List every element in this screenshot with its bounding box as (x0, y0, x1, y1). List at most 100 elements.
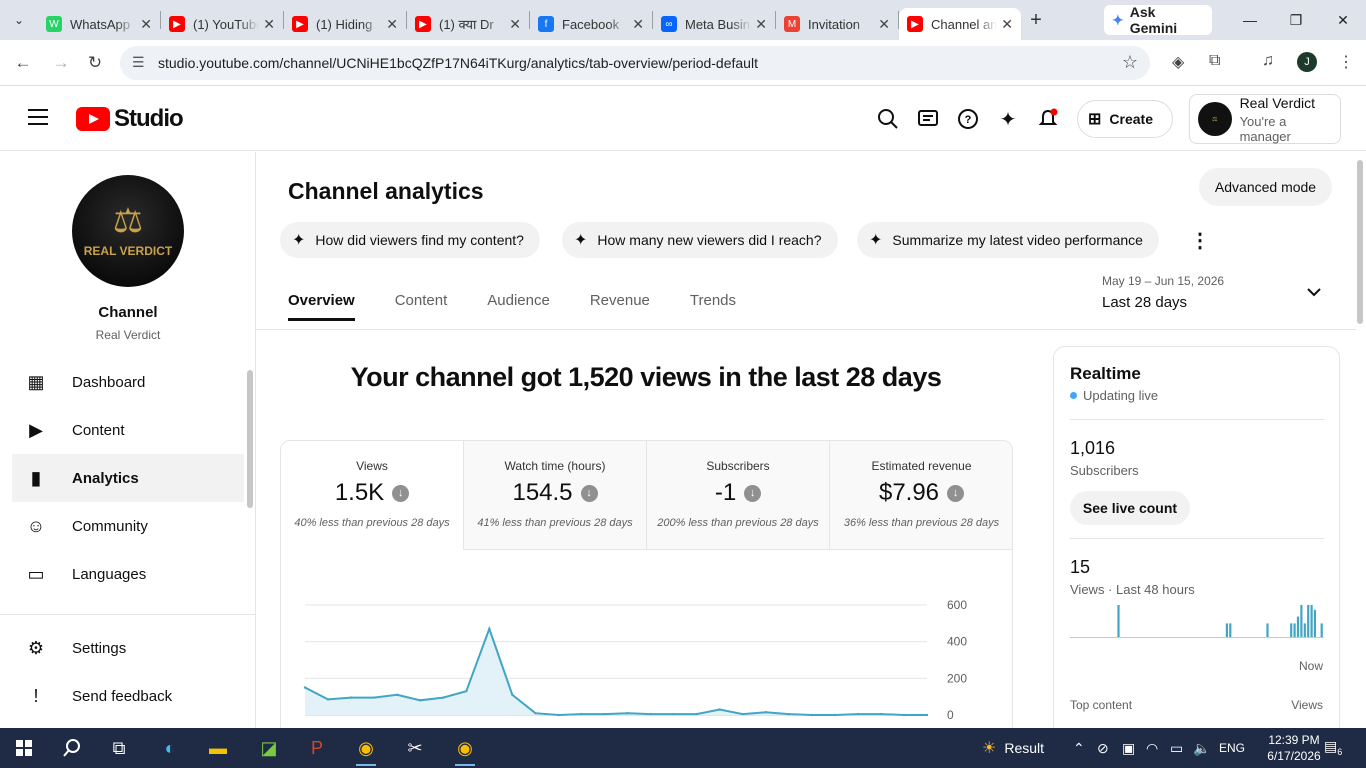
mini-chart-bar[interactable] (1266, 623, 1269, 637)
volume-icon[interactable]: 🔈 (1193, 728, 1210, 768)
chrome-active-icon[interactable]: ◉ (447, 734, 483, 766)
chart-point[interactable] (672, 712, 675, 716)
chart-point[interactable] (511, 693, 514, 697)
metric-card[interactable]: Estimated revenue $7.96 ↓ 36% less than pre… (830, 441, 1012, 550)
chart-point[interactable] (764, 711, 767, 714)
browser-tab[interactable]: ▶ Channel analytics✕ (899, 8, 1021, 40)
more-options-icon[interactable]: ⋮ (1190, 228, 1210, 253)
channel-avatar[interactable]: ⚖ REAL VERDICT (72, 175, 184, 287)
site-info-icon[interactable]: ☰ (132, 54, 145, 71)
main-scrollbar[interactable] (1357, 160, 1363, 324)
sparkle-icon[interactable]: ✦ (996, 107, 1020, 131)
powerpoint-icon[interactable]: P (299, 734, 335, 762)
advanced-mode-button[interactable]: Advanced mode (1199, 168, 1332, 206)
create-button[interactable]: ⊞ Create (1077, 100, 1173, 138)
mini-chart-bar[interactable] (1225, 623, 1228, 637)
media-control-icon[interactable]: ♫ (1262, 52, 1274, 70)
tab-revenue[interactable]: Revenue (590, 292, 650, 321)
mini-chart-bar[interactable] (1320, 623, 1323, 637)
chart-point[interactable] (649, 712, 652, 716)
comments-icon[interactable] (916, 107, 940, 131)
mini-chart-bar[interactable] (1293, 623, 1296, 637)
sidebar-item-analytics[interactable]: ▮ Analytics (12, 454, 244, 502)
network-icon[interactable]: ⊘ (1097, 728, 1109, 768)
sidebar-item-content[interactable]: ▶ Content (12, 406, 244, 454)
chart-point[interactable] (695, 712, 698, 716)
chrome-icon[interactable]: ◉ (348, 734, 384, 766)
metric-card[interactable]: Subscribers -1 ↓ 200% less than previous 28… (647, 441, 830, 550)
sidebar-item-send-feedback[interactable]: ! Send feedback (12, 672, 244, 720)
mini-chart-bar[interactable] (1117, 605, 1120, 637)
task-view-icon[interactable]: ⧉ (101, 734, 137, 762)
sidebar-item-community[interactable]: ☺ Community (12, 502, 244, 550)
tab-audience[interactable]: Audience (487, 292, 550, 321)
chevron-down-icon[interactable] (1306, 284, 1322, 302)
tab-close-icon[interactable]: ✕ (509, 16, 521, 33)
help-icon[interactable]: ? (956, 107, 980, 131)
chart-point[interactable] (557, 713, 560, 717)
new-tab-button[interactable]: + (1021, 9, 1051, 32)
tab-close-icon[interactable]: ✕ (632, 16, 644, 33)
suggestion-chip-new-viewers[interactable]: ✦ How many new viewers did I reach? (562, 222, 838, 258)
browser-tab[interactable]: ▶ (1) Hiding ✕ (284, 8, 406, 40)
studio-logo[interactable]: Studio (76, 105, 184, 133)
chart-point[interactable] (810, 713, 814, 717)
mini-chart-bar[interactable] (1307, 605, 1310, 637)
metric-card[interactable]: Views 1.5K ↓ 40% less than previous 28 days (281, 441, 464, 550)
account-switcher[interactable]: ⚖ Real Verdict You're a manager (1189, 94, 1341, 144)
chart-point[interactable] (626, 711, 629, 715)
chart-point[interactable] (856, 712, 860, 716)
tab-close-icon[interactable]: ✕ (263, 16, 275, 33)
language-indicator[interactable]: ENG (1219, 728, 1245, 768)
chart-point[interactable] (303, 686, 307, 689)
sidebar-item-settings[interactable]: ⚙ Settings (12, 624, 244, 672)
search-icon[interactable] (876, 107, 900, 131)
chart-point[interactable] (442, 696, 445, 699)
forward-icon[interactable]: → (48, 50, 74, 76)
chart-point[interactable] (395, 693, 399, 697)
tab-trends[interactable]: Trends (690, 292, 736, 321)
chart-point[interactable] (879, 712, 883, 716)
sidebar-item-languages[interactable]: ▭ Languages (12, 550, 244, 598)
hamburger-menu-icon[interactable] (28, 109, 48, 130)
chart-point[interactable] (925, 713, 929, 717)
back-icon[interactable]: ← (10, 50, 36, 76)
tab-close-icon[interactable]: ✕ (755, 16, 767, 33)
chart-point[interactable] (718, 708, 721, 711)
url-bar[interactable]: ☰ studio.youtube.com/channel/UCNiHE1bcQZ… (120, 46, 1150, 80)
chart-point[interactable] (902, 713, 906, 717)
sidebar-item-dashboard[interactable]: ▦ Dashboard (12, 358, 244, 406)
suggestion-chip-traffic[interactable]: ✦ How did viewers find my content? (280, 222, 540, 258)
chart-point[interactable] (326, 698, 330, 701)
tab-close-icon[interactable]: ✕ (386, 16, 398, 33)
file-explorer-icon[interactable]: ▬ (200, 734, 236, 762)
tray-chevron-icon[interactable]: ⌃ (1073, 728, 1085, 768)
chart-point[interactable] (349, 696, 353, 699)
browser-tab[interactable]: f Facebook ✕ (530, 8, 652, 40)
realtime-bar-chart[interactable] (1070, 605, 1324, 651)
reload-icon[interactable]: ↻ (82, 50, 108, 76)
taskbar-clock[interactable]: 12:39 PM 6/17/2026 (1266, 732, 1322, 764)
app-green-icon[interactable]: ◪ (251, 734, 287, 762)
bookmark-star-icon[interactable]: ☆ (1122, 52, 1138, 73)
capcut-icon[interactable]: ✂ (397, 734, 433, 762)
browser-profile-avatar[interactable]: J (1297, 52, 1317, 72)
mini-chart-bar[interactable] (1310, 605, 1313, 637)
tab-close-icon[interactable]: ✕ (140, 16, 152, 33)
chart-point[interactable] (372, 696, 376, 699)
chart-point[interactable] (534, 711, 537, 715)
chart-point[interactable] (465, 689, 468, 693)
views-chart[interactable]: 600 400 200 0 (281, 581, 1013, 728)
wifi-icon[interactable]: ◠ (1146, 728, 1158, 768)
extensions-icon[interactable]: ⧉ (1209, 52, 1220, 70)
vpn-extension-icon[interactable]: ◈ (1172, 52, 1184, 72)
browser-tab[interactable]: ▶ (1) YouTube ✕ (161, 8, 283, 40)
browser-tab[interactable]: ▶ (1) क्या Dr ✕ (407, 8, 529, 40)
mini-chart-bar[interactable] (1300, 605, 1303, 637)
sidebar-scrollbar[interactable] (247, 370, 253, 508)
metric-card[interactable]: Watch time (hours) 154.5 ↓ 41% less than pr… (464, 441, 647, 550)
edge-icon[interactable]: ◐ (152, 734, 188, 762)
chart-point[interactable] (833, 713, 837, 717)
weather-widget[interactable]: ☀ Result (982, 728, 1044, 768)
tab-search-icon[interactable]: ⌄ (0, 0, 38, 40)
